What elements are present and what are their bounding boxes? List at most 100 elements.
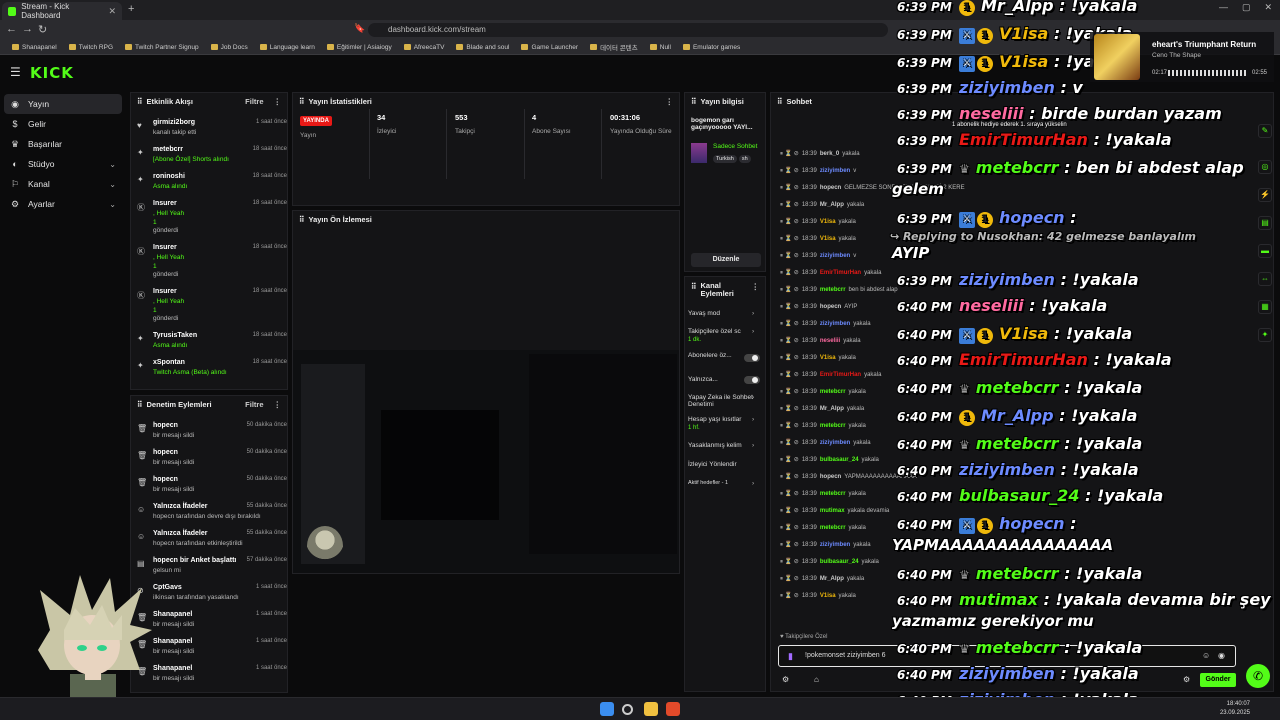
chat-message[interactable]: ⏸ ⏳ ⊘ 18:39 berk_0 yakala <box>780 146 900 162</box>
gift-box-icon[interactable]: ⌂ <box>814 675 819 684</box>
emote-icon[interactable]: ☺ <box>1202 651 1210 660</box>
pin-icon[interactable]: ⏸ ⏳ ⊘ <box>780 269 799 277</box>
chat-username[interactable]: neseliii <box>820 338 840 344</box>
chat-username[interactable]: metebcrr <box>820 525 846 531</box>
drag-handle-icon[interactable]: ⠿ <box>777 97 783 106</box>
feed-item[interactable]: ☺ Yalnızca İfadeler 55 dakika önce hopecn t… <box>131 503 287 530</box>
chat-message[interactable]: ⏸ ⏳ ⊘ 18:39 metebcrr yakala <box>780 384 900 400</box>
link-icon[interactable]: ⇔ <box>1258 272 1272 286</box>
feed-item[interactable]: Ⓚ Insurer 18 saat önce , Hell Yeah 1 gönderdi <box>131 200 287 244</box>
chat-username[interactable]: Mr_Alpp <box>820 406 844 412</box>
chat-message[interactable]: ⏸ ⏳ ⊘ 18:39 bulbasaur_24 yakala <box>780 554 900 570</box>
bookmark-item[interactable]: Language learn <box>259 44 315 51</box>
more-icon[interactable]: ⋮ <box>666 97 674 106</box>
chat-message[interactable]: ⏸ ⏳ ⊘ 18:39 mutimax yakala devamia <box>780 503 900 519</box>
menu-icon[interactable]: ☰ <box>10 65 21 79</box>
doc-icon[interactable]: ▤ <box>1258 216 1272 230</box>
chat-message[interactable]: ⏸ ⏳ ⊘ 18:39 EmirTimurHan yakala <box>780 265 900 281</box>
chat-username[interactable]: ziziyimben <box>820 440 850 446</box>
chat-username[interactable]: hopecn <box>820 185 841 191</box>
feed-item[interactable]: Ⓚ Insurer 18 saat önce , Hell Yeah 1 gönderdi <box>131 244 287 288</box>
drag-handle-icon[interactable]: ⠿ <box>299 215 305 224</box>
chat-username[interactable]: ziziyimben <box>820 321 850 327</box>
bookmark-item[interactable]: Job Docs <box>210 44 248 51</box>
chat-username[interactable]: hopecn <box>820 304 841 310</box>
pin-icon[interactable]: ⏸ ⏳ ⊘ <box>780 592 799 600</box>
chevron-right-icon[interactable]: › <box>752 394 762 401</box>
chat-username[interactable]: V1isa <box>820 355 836 361</box>
chat-message[interactable]: ⏸ ⏳ ⊘ 18:39 V1isa yakala <box>780 350 900 366</box>
feed-item[interactable]: Ⓚ Insurer 18 saat önce , Hell Yeah 1 gönderdi <box>131 288 287 332</box>
feed-item[interactable]: ✦ xSpontan 18 saat önce Twitch Asma (Beta) … <box>131 359 287 386</box>
pin-icon[interactable]: ⏸ ⏳ ⊘ <box>780 201 799 209</box>
mic-icon[interactable]: ▮ <box>788 651 793 662</box>
pin-icon[interactable]: ⏸ ⏳ ⊘ <box>780 184 799 192</box>
tag[interactable]: sh <box>738 155 751 163</box>
sidebar-item-gelir[interactable]: $ Gelir <box>4 114 122 134</box>
bookmark-item[interactable]: Twitch Partner Signup <box>125 44 199 51</box>
pin-icon[interactable]: ⏸ ⏳ ⊘ <box>780 558 799 566</box>
chat-username[interactable]: V1isa <box>820 593 836 599</box>
chat-username[interactable]: V1isa <box>820 236 836 242</box>
drag-handle-icon[interactable]: ⠿ <box>691 97 697 106</box>
pin-icon[interactable]: ⏸ ⏳ ⊘ <box>780 388 799 396</box>
sidebar-item-stüdyo[interactable]: ◐ Stüdyo ⌄ <box>4 154 122 174</box>
bookmark-item[interactable]: 데이터 콘텐츠 <box>590 42 638 52</box>
drag-handle-icon[interactable]: ⠿ <box>137 400 143 409</box>
chat-message[interactable]: ⏸ ⏳ ⊘ 18:39 ziziyimben v <box>780 163 900 179</box>
chevron-right-icon[interactable]: › <box>752 310 762 317</box>
feed-item[interactable]: 🗑 hopecn 50 dakika önce bir mesajı sildi <box>131 422 287 449</box>
chat-settings-icon[interactable]: ⚙ <box>1183 675 1190 684</box>
chat-message[interactable]: ⏸ ⏳ ⊘ 18:39 metebcrr ben bi abdest alap <box>780 282 900 298</box>
pin-icon[interactable]: ⏸ ⏳ ⊘ <box>780 507 799 515</box>
target-icon[interactable]: ◎ <box>1258 160 1272 174</box>
bookmark-icon[interactable]: 🔖 <box>354 23 365 34</box>
chat-username[interactable]: Mr_Alpp <box>820 576 844 582</box>
send-button[interactable]: Gönder <box>1200 673 1236 687</box>
bookmark-item[interactable]: Emulator games <box>682 44 740 51</box>
bookmark-item[interactable]: AfreecaTV <box>403 44 444 51</box>
sidebar-item-yayın[interactable]: ◉ Yayın <box>4 94 122 114</box>
feed-item[interactable]: ✦ TyrusisTaken 18 saat önce Asma alındı <box>131 332 287 359</box>
chat-username[interactable]: metebcrr <box>820 491 846 497</box>
chat-username[interactable]: EmirTimurHan <box>820 372 861 378</box>
file-explorer-icon[interactable] <box>644 702 658 716</box>
pin-icon[interactable]: ⏸ ⏳ ⊘ <box>780 473 799 481</box>
bookmark-item[interactable]: Blade and soul <box>456 44 509 51</box>
pencil-icon[interactable]: ✎ <box>1258 124 1272 138</box>
maximize-icon[interactable]: ▢ <box>1242 2 1251 13</box>
bookmark-item[interactable]: Shanapanel <box>12 44 57 51</box>
chat-username[interactable]: metebcrr <box>820 389 846 395</box>
browser-icon[interactable] <box>666 702 680 716</box>
chat-message[interactable]: ⏸ ⏳ ⊘ 18:39 hopecn AYIP <box>780 299 900 315</box>
chat-message[interactable]: ⏸ ⏳ ⊘ 18:39 neseliii yakala <box>780 333 900 349</box>
support-chat-icon[interactable]: ✆ <box>1246 664 1270 688</box>
chat-message[interactable]: ⏸ ⏳ ⊘ 18:39 Mr_Alpp yakala <box>780 197 900 213</box>
wrench-icon[interactable]: ✦ <box>1258 328 1272 342</box>
pin-icon[interactable]: ⏸ ⏳ ⊘ <box>780 405 799 413</box>
chat-username[interactable]: ziziyimben <box>820 542 850 548</box>
chevron-right-icon[interactable]: › <box>752 416 762 423</box>
stream-preview-video[interactable] <box>293 350 679 573</box>
bookmark-item[interactable]: Twitch RPG <box>68 44 113 51</box>
pin-icon[interactable]: ⏸ ⏳ ⊘ <box>780 235 799 243</box>
bookmark-item[interactable]: Null <box>649 44 671 51</box>
chat-username[interactable]: Mr_Alpp <box>820 202 844 208</box>
chat-message[interactable]: ⏸ ⏳ ⊘ 18:39 metebcrr yakala <box>780 520 900 536</box>
chat-message[interactable]: ⏸ ⏳ ⊘ 18:39 Mr_Alpp yakala <box>780 401 900 417</box>
feed-item[interactable]: 🗑 hopecn 50 dakika önce bir mesajı sildi <box>131 476 287 503</box>
pin-icon[interactable]: ⏸ ⏳ ⊘ <box>780 286 799 294</box>
feed-item[interactable]: ✦ metebcrr 18 saat önce [Abone Özel] Shorts… <box>131 146 287 173</box>
chat-message[interactable]: ⏸ ⏳ ⊘ 18:39 bulbasaur_24 yakala <box>780 452 900 468</box>
chat-message[interactable]: ⏸ ⏳ ⊘ 18:39 hopecn GELMEZSE SONRA ERKEN GEL… <box>780 180 965 196</box>
system-clock[interactable]: 18:40:07 23.09.2025 <box>1220 700 1250 718</box>
kick-logo[interactable]: KICK <box>30 64 74 82</box>
edit-button[interactable]: Düzenle <box>691 253 761 267</box>
more-icon[interactable]: ⋮ <box>752 282 760 291</box>
feed-item[interactable]: ✦ roninoshi 18 saat önce Asma alındı <box>131 173 287 200</box>
windows-start-icon[interactable] <box>600 702 614 716</box>
url-field[interactable]: dashboard.kick.com/stream <box>368 23 888 37</box>
chat-message[interactable]: ⏸ ⏳ ⊘ 18:39 V1isa yakala <box>780 231 900 247</box>
chat-username[interactable]: metebcrr <box>820 423 846 429</box>
chat-username[interactable]: hopecn <box>820 474 841 480</box>
